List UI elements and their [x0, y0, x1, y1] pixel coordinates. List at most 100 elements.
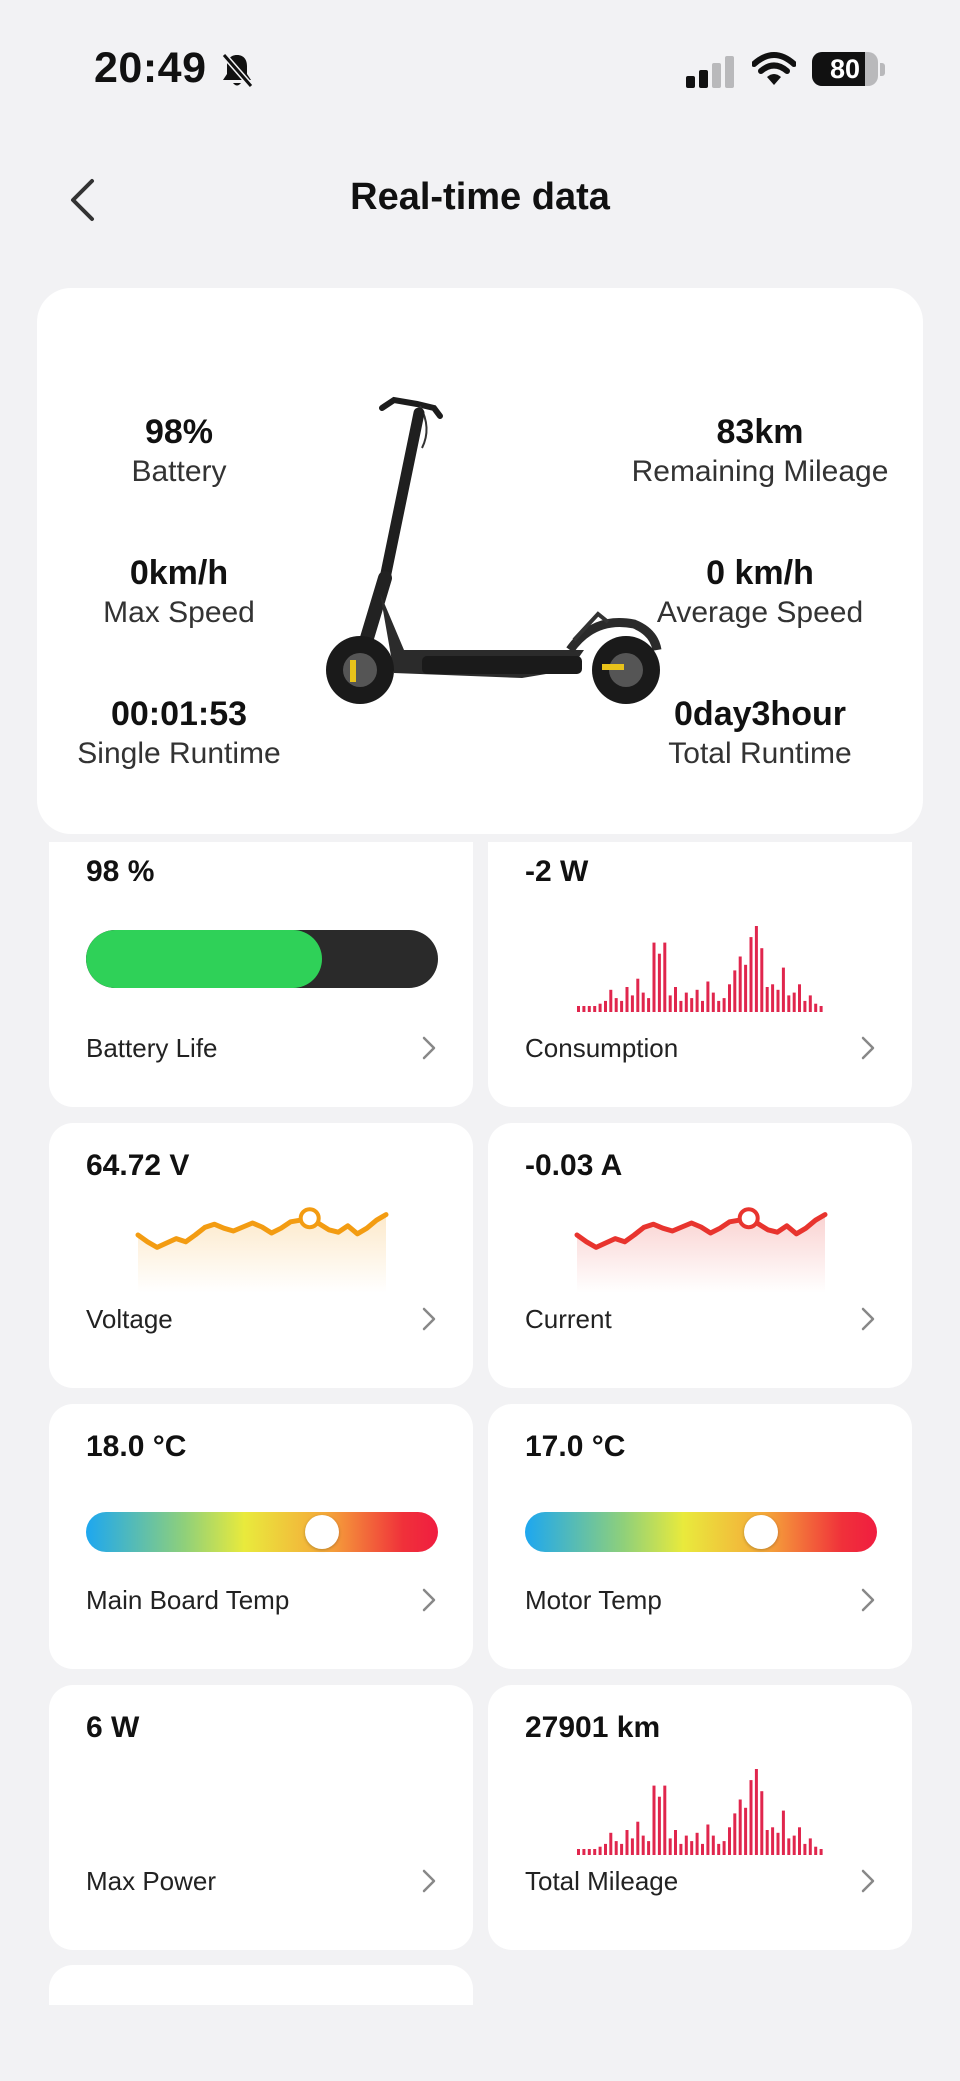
- motor-temp-label: Motor Temp: [525, 1585, 662, 1615]
- spark-bar: [604, 1843, 607, 1855]
- spark-bar: [593, 1849, 597, 1855]
- motor-temp-value: 17.0 °C: [525, 1430, 626, 1463]
- spark-bar: [690, 998, 694, 1012]
- spark-bar: [819, 1006, 823, 1012]
- battery-stat: 98% Battery: [37, 412, 321, 492]
- spark-bar: [641, 1835, 645, 1855]
- spark-bar: [803, 1000, 807, 1012]
- spark-bar: [598, 1846, 602, 1855]
- spark-bar: [717, 1843, 721, 1855]
- max-power-value: 6 W: [86, 1711, 140, 1744]
- max-power-card[interactable]: 6 W Max Power: [49, 1685, 473, 1950]
- spark-bar: [674, 987, 677, 1012]
- spark-bar: [577, 1849, 580, 1855]
- chevron-right-icon: [861, 1307, 875, 1331]
- spark-bar: [609, 1832, 613, 1855]
- spark-bar: [684, 992, 688, 1012]
- max-speed-value: 0km/h: [129, 554, 229, 592]
- spark-bar: [674, 1830, 677, 1855]
- motor-temp-card[interactable]: 17.0 °C Motor Temp: [488, 1404, 912, 1669]
- spark-bar: [733, 1813, 737, 1855]
- spark-bar: [695, 989, 699, 1012]
- temp-knob: [304, 1515, 339, 1549]
- battery-cap: [880, 63, 885, 76]
- battery-progress-track: [86, 930, 438, 988]
- spark-bar: [614, 998, 618, 1012]
- max-speed-stat: 0km/h Max Speed: [37, 553, 321, 633]
- spark-bar: [690, 1841, 694, 1855]
- spark-bar: [776, 1832, 780, 1855]
- spark-bar: [598, 1003, 602, 1012]
- spark-bar: [803, 1843, 807, 1855]
- spark-bar: [744, 964, 748, 1012]
- temp-gradient-bar: [525, 1512, 877, 1552]
- spark-bar: [625, 987, 629, 1012]
- consumption-card[interactable]: -2 W Consumption: [488, 842, 912, 1107]
- wave-marker: [737, 1207, 760, 1230]
- spark-bar: [749, 937, 753, 1012]
- current-value: -0.03 A: [525, 1149, 623, 1182]
- chevron-right-icon: [422, 1588, 436, 1612]
- battery-life-card[interactable]: 98 % Battery Life: [49, 842, 473, 1107]
- spark-bar: [652, 942, 656, 1012]
- spark-bar: [733, 970, 737, 1012]
- spark-bar: [754, 1769, 758, 1855]
- spark-bar: [711, 1835, 715, 1855]
- battery-stat-label: Battery: [131, 455, 227, 488]
- spark-bar: [728, 1827, 731, 1855]
- spark-bar: [754, 926, 758, 1012]
- spark-bar: [787, 995, 791, 1012]
- spark-bar: [701, 1843, 704, 1855]
- spark-bar: [625, 1830, 629, 1855]
- spark-bar: [620, 1843, 624, 1855]
- single-runtime-label: Single Runtime: [77, 737, 281, 770]
- spark-bar: [668, 1838, 672, 1855]
- total-mileage-card[interactable]: 27901 km Total Mileage: [488, 1685, 912, 1950]
- spark-bar: [695, 1832, 699, 1855]
- chevron-right-icon: [861, 1869, 875, 1893]
- spark-bar: [738, 956, 742, 1012]
- spark-bar: [722, 998, 726, 1012]
- spark-bar: [787, 1838, 791, 1855]
- current-card[interactable]: -0.03 A Current: [488, 1123, 912, 1388]
- spark-bar: [663, 1785, 667, 1855]
- motor-temp-gauge: [525, 1464, 877, 1584]
- spark-bar: [760, 948, 764, 1012]
- spark-bar: [593, 1006, 597, 1012]
- spark-bar: [744, 1807, 748, 1855]
- temp-knob: [743, 1515, 778, 1549]
- spark-bar: [706, 981, 710, 1012]
- chevron-right-icon: [861, 1036, 875, 1060]
- spark-bar: [657, 953, 661, 1012]
- single-runtime-value: 00:01:53: [110, 695, 248, 733]
- spark-bar: [641, 992, 645, 1012]
- spark-bar: [630, 1838, 634, 1855]
- spark-bar: [630, 995, 634, 1012]
- chevron-right-icon: [422, 1307, 436, 1331]
- main-board-temp-card[interactable]: 18.0 °C Main Board Temp: [49, 1404, 473, 1669]
- spark-bar: [765, 1830, 769, 1855]
- spark-bar: [792, 992, 796, 1012]
- wifi-icon: [752, 52, 796, 85]
- spark-bar: [701, 1000, 704, 1012]
- spark-bar: [620, 1000, 624, 1012]
- bell-slash-icon: [221, 53, 254, 88]
- consumption-label: Consumption: [525, 1033, 679, 1063]
- temp-gradient-bar: [86, 1512, 438, 1552]
- spark-bar: [771, 984, 775, 1012]
- spark-bar: [582, 1006, 586, 1012]
- spark-bar: [781, 1810, 785, 1855]
- spark-bar: [587, 1849, 591, 1855]
- spark-bar: [668, 995, 672, 1012]
- status-time: 20:49: [94, 44, 207, 92]
- current-label: Current: [525, 1304, 612, 1334]
- consumption-sparkline: [577, 926, 823, 1012]
- voltage-wave-chart: [135, 1207, 389, 1293]
- main-board-temp-value: 18.0 °C: [86, 1430, 187, 1463]
- next-metric-card-partial[interactable]: [49, 1965, 473, 2005]
- chevron-right-icon: [861, 1588, 875, 1612]
- voltage-label: Voltage: [86, 1304, 173, 1334]
- spark-bar: [792, 1835, 796, 1855]
- voltage-card[interactable]: 64.72 V Voltage: [49, 1123, 473, 1388]
- battery-stat-value: 98%: [144, 413, 214, 451]
